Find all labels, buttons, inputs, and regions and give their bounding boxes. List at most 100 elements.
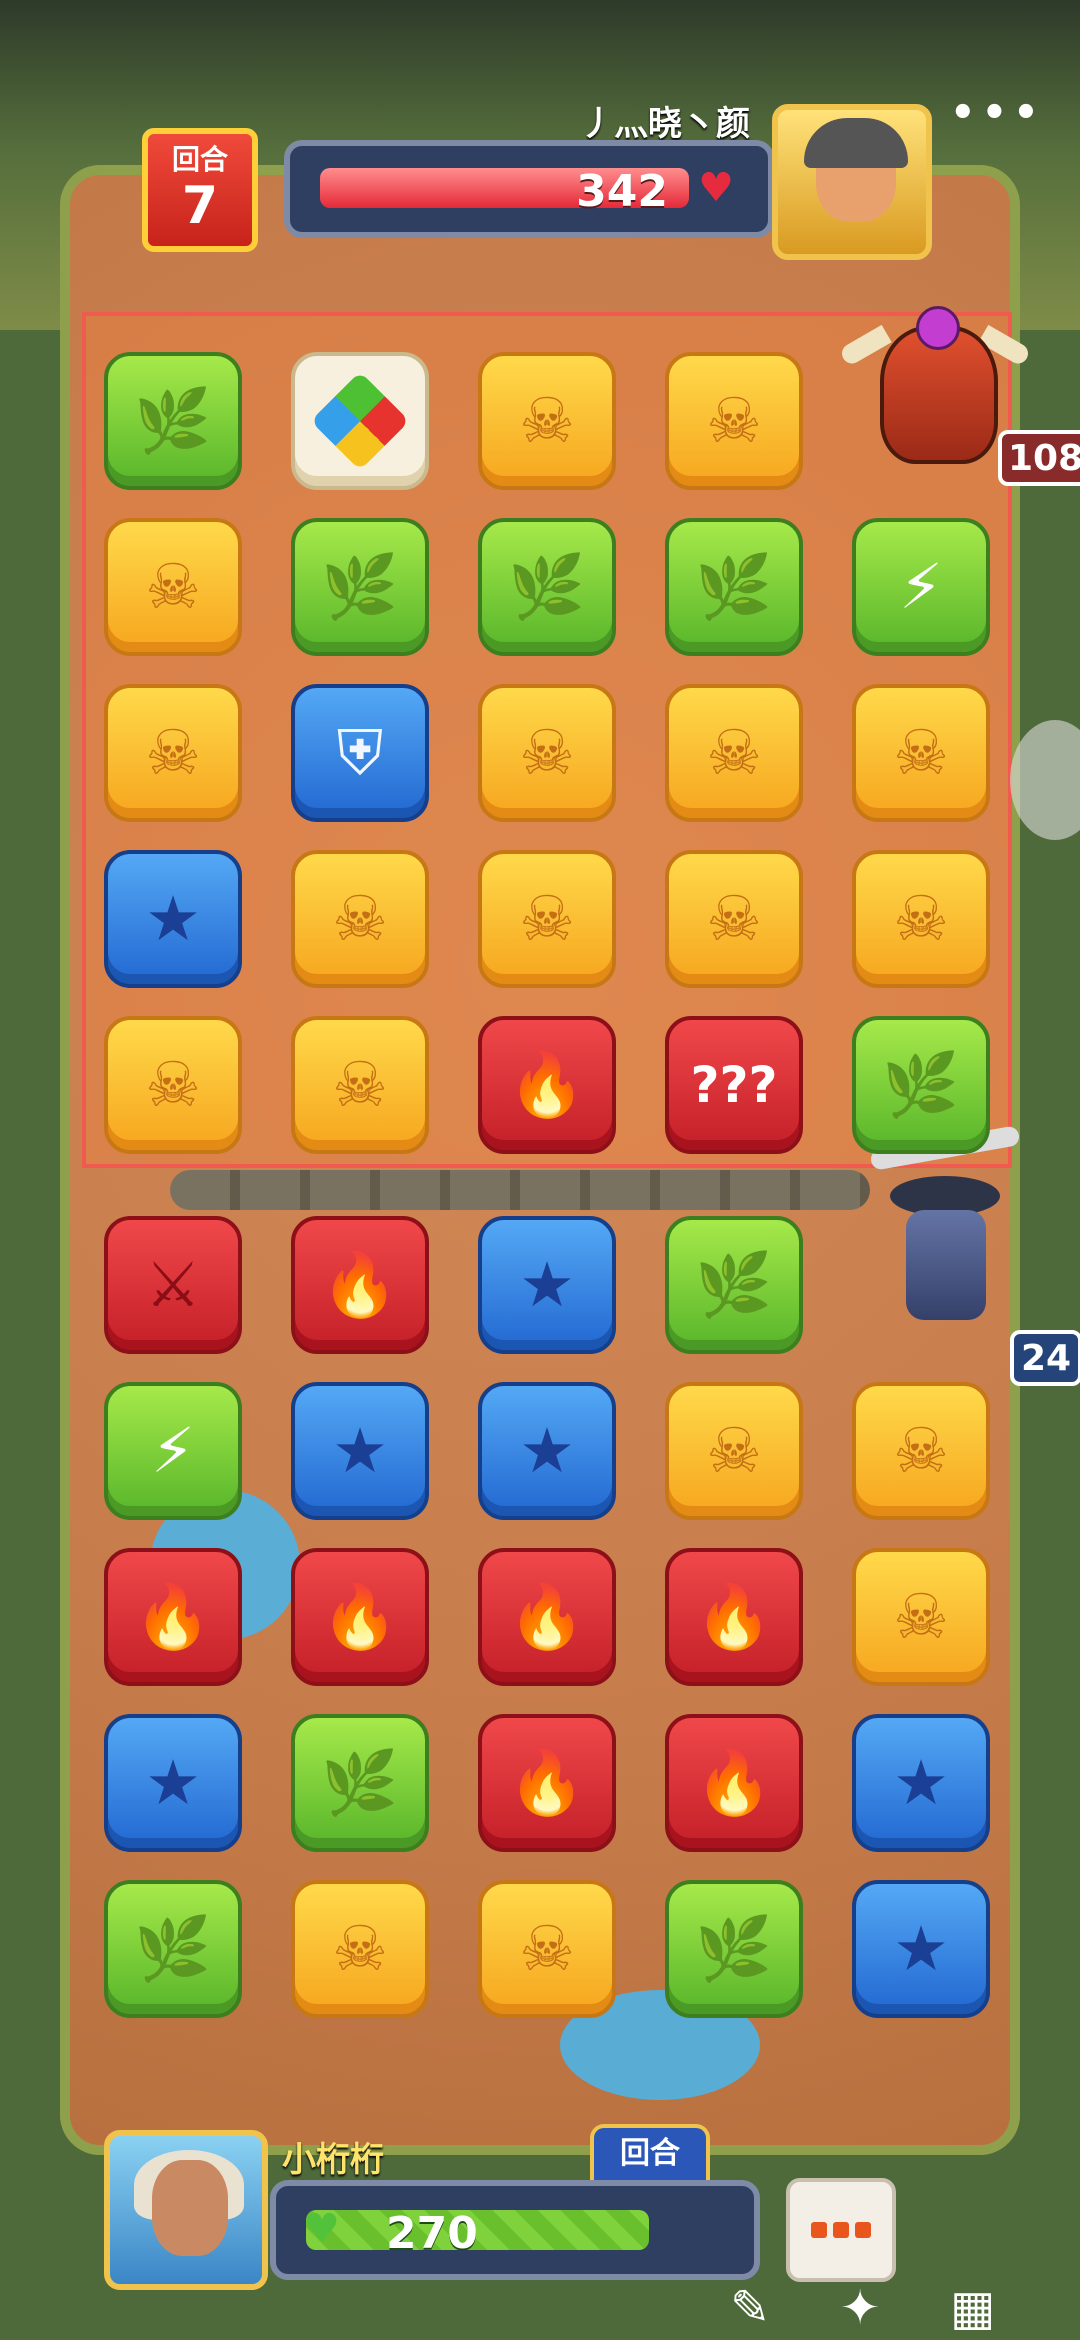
magic-wand-icon[interactable]: ✦ [840,2280,880,2340]
leaf-tile[interactable]: 🌿 [291,518,429,656]
fire-tile[interactable]: 🔥 [478,1714,616,1852]
leaf-icon: 🌿 [695,1248,773,1321]
star-tile[interactable]: ★ [104,1714,242,1852]
fire-tile[interactable]: 🔥 [665,1548,803,1686]
chat-button[interactable] [786,2178,896,2282]
leaf-tile[interactable]: 🌿 [665,1880,803,2018]
fire-tile[interactable]: 🔥 [478,1016,616,1154]
skull-icon: ☠ [706,1414,762,1487]
skull-icon: ☠ [893,1414,949,1487]
star-icon: ★ [145,882,201,955]
fire-icon: 🔥 [508,1048,586,1121]
heart-icon: ♥ [304,2206,340,2252]
opponent-helmet [804,118,908,168]
knight-character[interactable] [869,1120,1021,1360]
fire-icon: 🔥 [508,1580,586,1653]
more-options-icon[interactable]: ••• [950,90,1045,136]
leaf-tile[interactable]: 🌿 [104,1880,242,2018]
leaf-tile[interactable]: 🌿 [852,1016,990,1154]
fire-icon: 🔥 [321,1248,399,1321]
skull-tile[interactable]: ☠ [291,850,429,988]
skull-icon: ☠ [145,716,201,789]
player-hp-bar: ♥ 270 [270,2180,760,2280]
star-tile[interactable]: ★ [852,1880,990,2018]
boss-gem [916,306,960,350]
star-icon: ★ [893,1912,949,1985]
opponent-hp-value: 342 [576,166,668,217]
dot-icon [855,2222,871,2238]
fire-icon: 🔥 [508,1746,586,1819]
skull-tile[interactable]: ☠ [852,1382,990,1520]
fire-tile[interactable]: 🔥 [665,1714,803,1852]
leaf-tile[interactable]: 🌿 [665,518,803,656]
star-tile[interactable]: ★ [478,1216,616,1354]
player-avatar[interactable] [104,2130,268,2290]
turn-counter-banner: 回合 7 [142,128,258,252]
leaf-tile[interactable]: 🌿 [291,1714,429,1852]
skull-tile[interactable]: ☠ [104,518,242,656]
skull-tile[interactable]: ☠ [104,684,242,822]
shield-icon: ⛨ [336,716,384,789]
bolt-icon: ⚡ [899,550,943,623]
skull-tile[interactable]: ☠ [291,1880,429,2018]
star-tile[interactable]: ★ [291,1382,429,1520]
axe-tile[interactable]: ⚔ [104,1216,242,1354]
skull-tile[interactable]: ☠ [478,352,616,490]
leaf-icon: 🌿 [134,384,212,457]
player-face [152,2160,228,2256]
star-tile[interactable]: ★ [478,1382,616,1520]
skull-tile[interactable]: ☠ [478,850,616,988]
stone-divider [170,1170,870,1210]
leaf-tile[interactable]: 🌿 [104,352,242,490]
skull-icon: ☠ [706,716,762,789]
skull-icon: ☠ [706,882,762,955]
skull-icon: ☠ [519,882,575,955]
knight-power-badge: 24 [1010,1330,1080,1386]
opponent-hp-bar: 342 ♥ [284,140,774,238]
grid-menu-icon[interactable]: ▦ [950,2280,995,2340]
leaf-tile[interactable]: 🌿 [478,518,616,656]
fire-icon: 🔥 [134,1580,212,1653]
star-icon: ★ [519,1248,575,1321]
skull-tile[interactable]: ☠ [104,1016,242,1154]
leaf-tile[interactable]: 🌿 [665,1216,803,1354]
fire-tile[interactable]: 🔥 [291,1548,429,1686]
star-icon: ★ [519,1414,575,1487]
skull-tile[interactable]: ☠ [665,684,803,822]
skull-tile[interactable]: ☠ [291,1016,429,1154]
skull-icon: ☠ [519,1912,575,1985]
skull-icon: ☠ [519,384,575,457]
fire-icon: 🔥 [695,1746,773,1819]
bolt-tile[interactable]: ⚡ [852,518,990,656]
skull-tile[interactable]: ☠ [852,850,990,988]
skull-tile[interactable]: ☠ [852,1548,990,1686]
bolt-tile[interactable]: ⚡ [104,1382,242,1520]
rainbow-tile[interactable] [291,352,429,490]
player-hp-value: 270 [386,2208,478,2259]
fire-tile[interactable]: 🔥 [104,1548,242,1686]
fire-icon: 🔥 [321,1580,399,1653]
skull-icon: ☠ [145,1048,201,1121]
side-bubble[interactable] [1010,720,1080,840]
skull-tile[interactable]: ☠ [665,1382,803,1520]
skull-icon: ☠ [706,384,762,457]
fire-tile[interactable]: 🔥 [478,1548,616,1686]
skull-tile[interactable]: ☠ [665,850,803,988]
star-icon: ★ [893,1746,949,1819]
fire-tile[interactable]: 🔥 [291,1216,429,1354]
skull-icon: ☠ [893,716,949,789]
skull-tile[interactable]: ☠ [478,1880,616,2018]
shield-tile[interactable]: ⛨ [291,684,429,822]
skull-tile[interactable]: ☠ [852,684,990,822]
skull-tile[interactable]: ☠ [665,352,803,490]
emote-icon[interactable]: ✎ [730,2280,770,2340]
leaf-icon: 🌿 [508,550,586,623]
skull-tile[interactable]: ☠ [478,684,616,822]
question-tile[interactable]: ??? [665,1016,803,1154]
turn-tab: 回合 [590,2124,710,2182]
rainbow-gem-icon [310,371,410,471]
opponent-avatar[interactable] [772,104,932,260]
fire-icon: 🔥 [695,1580,773,1653]
star-tile[interactable]: ★ [104,850,242,988]
star-tile[interactable]: ★ [852,1714,990,1852]
